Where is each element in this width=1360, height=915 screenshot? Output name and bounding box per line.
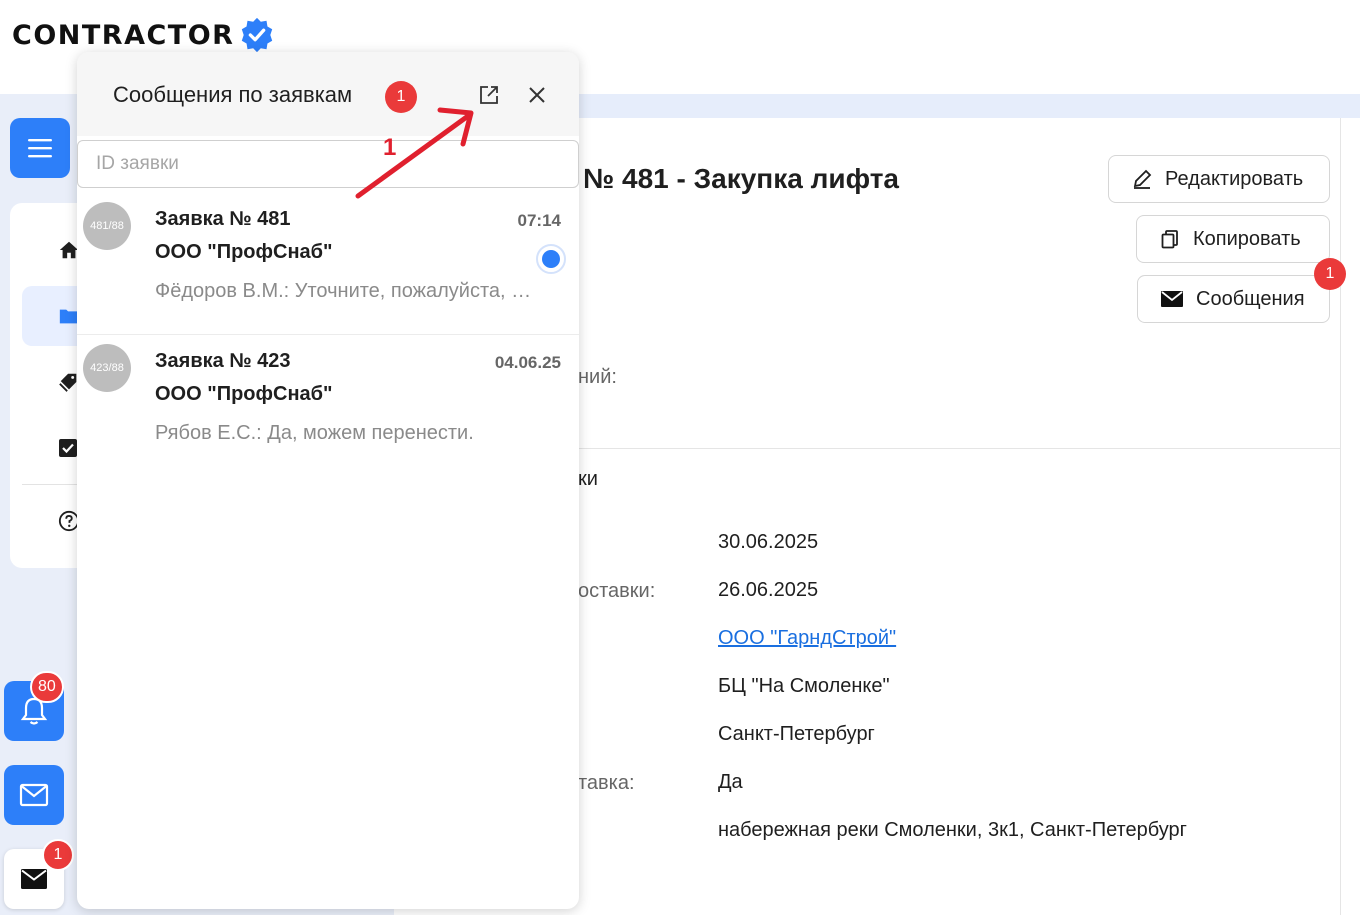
message-time: 07:14 (517, 211, 561, 230)
edit-button-label: Редактировать (1165, 167, 1304, 190)
messages-button-label: Сообщения (1196, 287, 1305, 310)
message-order-title: Заявка № 481 (155, 208, 291, 230)
copy-icon (1161, 230, 1178, 249)
header-strip (578, 94, 1360, 118)
copy-button[interactable]: Копировать (1136, 215, 1330, 263)
messages-button[interactable]: Сообщения (1137, 275, 1330, 323)
detail-value: 26.06.2025 (718, 579, 819, 601)
message-preview: Рябов Е.С.: Да, можем перенести. (155, 422, 474, 444)
verified-badge-icon (242, 17, 273, 53)
order-id-search-input[interactable] (77, 140, 579, 188)
copy-button-label: Копировать (1193, 227, 1301, 250)
hamburger-icon (28, 139, 52, 158)
order-messages-badge: 1 (42, 839, 74, 871)
section-title: ки (578, 468, 598, 490)
field-label-delivery-date: оставки: (578, 580, 656, 602)
annotation-label: 1 (383, 134, 397, 161)
message-preview: Фёдоров В.М.: Уточните, пожалуйста, срок… (155, 280, 535, 302)
open-external-button[interactable] (471, 77, 507, 113)
message-item[interactable]: 481/88 Заявка № 481 07:14 ООО "ПрофСнаб"… (77, 194, 579, 335)
envelope-icon (1161, 291, 1183, 307)
checkbox-icon (59, 439, 77, 457)
panel-unread-badge: 1 (385, 81, 417, 113)
messages-badge: 1 (1314, 258, 1346, 290)
section-divider (578, 448, 1340, 449)
page-title: № 481 - Закупка лифта (583, 163, 899, 194)
unread-dot-icon (542, 250, 560, 268)
close-panel-button[interactable] (519, 77, 555, 113)
edit-button[interactable]: Редактировать (1108, 155, 1330, 203)
unread-indicator (536, 244, 566, 274)
detail-value: Санкт-Петербург (718, 723, 875, 745)
detail-value: БЦ "На Смоленке" (718, 675, 890, 697)
menu-button[interactable] (10, 118, 70, 178)
avatar: 481/88 (83, 202, 131, 250)
open-external-icon (480, 86, 498, 104)
message-order-title: Заявка № 423 (155, 350, 291, 372)
notifications-badge: 80 (30, 671, 64, 703)
message-company: ООО "ПрофСнаб" (155, 383, 333, 405)
mail-button[interactable] (4, 765, 64, 825)
detail-value: Да (718, 771, 743, 793)
message-time: 04.06.25 (494, 353, 561, 372)
avatar: 423/88 (83, 344, 131, 392)
field-label-comments: ний: (578, 366, 617, 388)
close-icon (529, 87, 545, 103)
logo-text: CONTRACTOR (12, 19, 235, 51)
envelope-outline-icon (19, 783, 49, 807)
pencil-icon (1133, 169, 1152, 189)
envelope-icon (21, 869, 47, 889)
detail-value: 30.06.2025 (718, 531, 819, 553)
detail-value: набережная реки Смоленки, 3к1, Санкт-Пет… (718, 819, 1187, 841)
logo[interactable]: CONTRACTOR (12, 16, 276, 54)
panel-header: Сообщения по заявкам 1 (77, 52, 579, 136)
panel-title: Сообщения по заявкам (113, 82, 353, 107)
field-label-shipping: тавка: (578, 772, 635, 794)
supplier-link[interactable]: ООО "ГарндСтрой" (718, 627, 896, 650)
messages-panel: Сообщения по заявкам 1 481/88 Заявка № 4… (77, 52, 579, 909)
message-item[interactable]: 423/88 Заявка № 423 04.06.25 ООО "ПрофСн… (77, 336, 579, 477)
message-company: ООО "ПрофСнаб" (155, 241, 333, 263)
card-divider-vertical (1340, 118, 1341, 915)
